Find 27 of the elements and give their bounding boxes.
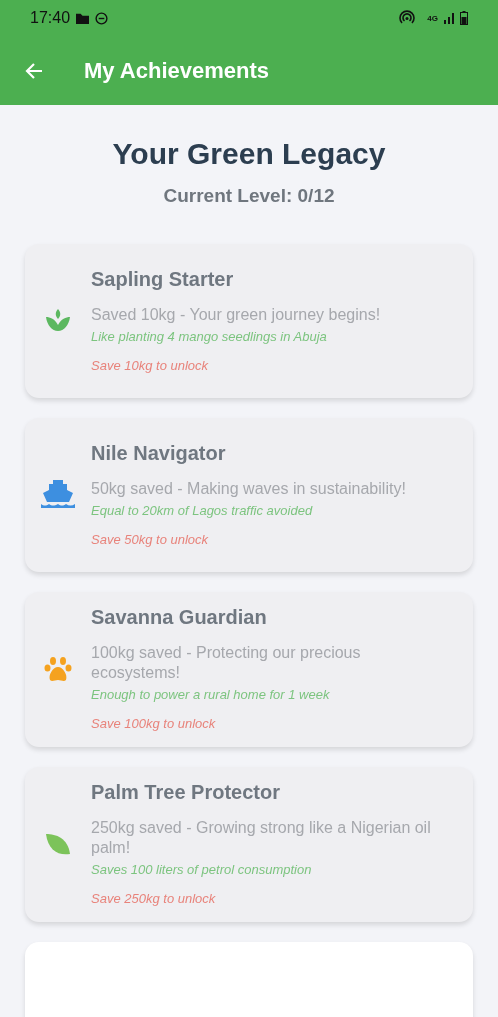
achievement-title: Palm Tree Protector	[91, 781, 281, 804]
unlock-requirement: Save 10kg to unlock	[91, 357, 210, 373]
achievement-description: 100kg saved - Protecting our precious ecosystems!	[91, 643, 362, 683]
achievement-title: Sapling Starter	[91, 267, 235, 291]
impact-fact: Equal to 20km of Lagos traffic avoided	[91, 502, 314, 518]
achievement-description: 50kg saved - Making waves in sustainability!	[91, 478, 406, 499]
achievement-title: Savanna Guardian	[91, 606, 268, 629]
back-arrow-icon	[24, 60, 44, 81]
page-heading: Your Green Legacy	[111, 137, 387, 171]
screen-title: My Achievements	[84, 57, 270, 84]
signal-icon	[443, 12, 455, 24]
impact-fact: Like planting 4 mango seedlings in Abuja	[91, 328, 328, 344]
network-type: 4G	[427, 13, 438, 23]
status-time: 17:40	[30, 9, 71, 27]
impact-fact: Enough to power a rural home for 1 week	[91, 687, 331, 702]
hotspot-icon	[398, 10, 417, 26]
achievement-description: 250kg saved - Growing strong like a Nigerian oil palm!	[91, 818, 432, 858]
current-level: Current Level: 0/12	[162, 185, 336, 207]
unlock-requirement: Save 100kg to unlock	[91, 716, 217, 731]
folder-icon	[75, 11, 91, 25]
unlock-requirement: Save 50kg to unlock	[91, 531, 210, 547]
do-not-disturb-icon	[95, 11, 109, 25]
unlock-requirement: Save 250kg to unlock	[91, 891, 217, 906]
achievement-title: Nile Navigator	[91, 441, 227, 465]
impact-fact: Saves 100 liters of petrol consumption	[91, 862, 313, 877]
achievement-description: Saved 10kg - Your green journey begins!	[91, 304, 381, 325]
battery-icon	[460, 11, 468, 25]
